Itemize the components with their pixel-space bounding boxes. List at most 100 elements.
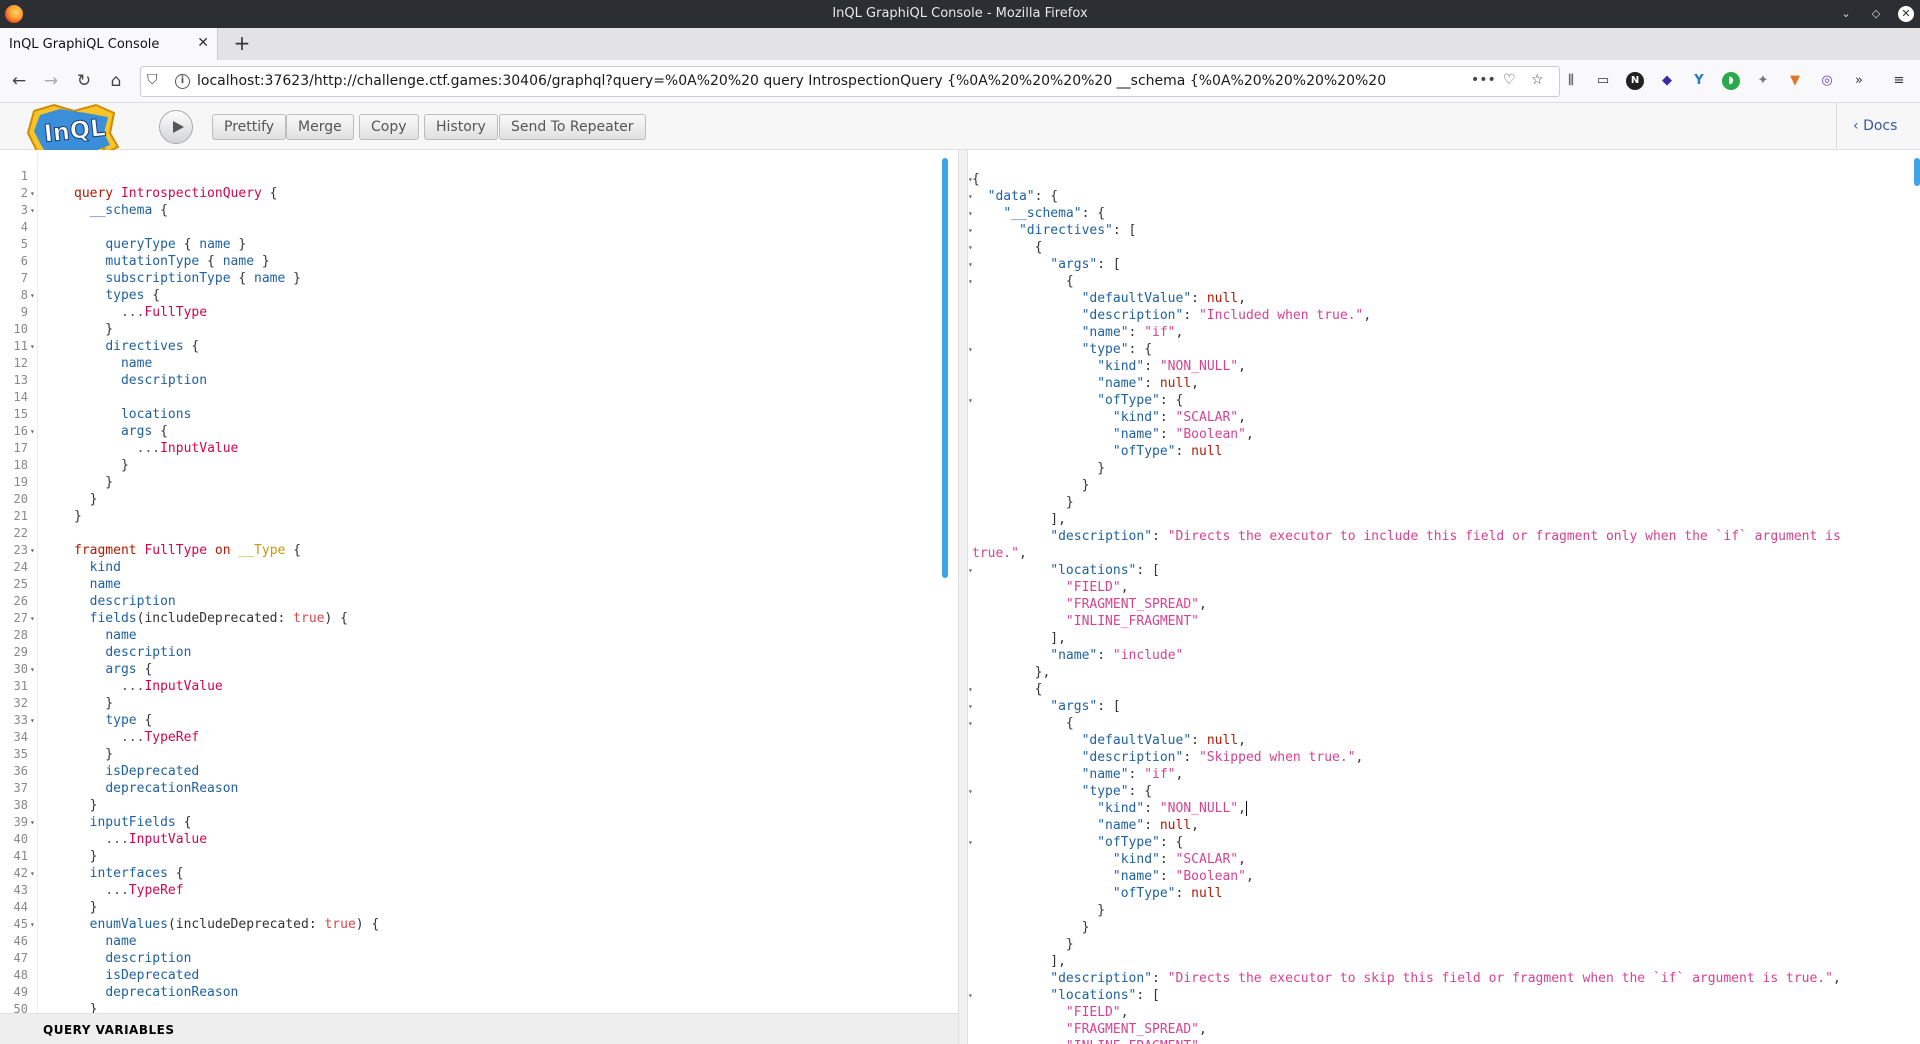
forward-icon[interactable]: → [40, 70, 62, 92]
copy-button[interactable]: Copy [359, 114, 419, 140]
query-line[interactable]: 8 ▾ types { [0, 287, 940, 304]
result-line[interactable]: "ofType": null [968, 885, 1908, 902]
result-line[interactable]: ▾ "ofType": { [968, 834, 1908, 851]
docs-button[interactable]: ‹ Docs [1836, 103, 1920, 150]
browser-tab[interactable]: InQL GraphiQL Console ✕ [0, 28, 218, 60]
result-line[interactable]: "name": "Boolean", [968, 868, 1908, 885]
query-line[interactable]: 41 } [0, 848, 940, 865]
result-line[interactable]: ▾ "locations": [ [968, 562, 1908, 579]
query-line[interactable]: 35 } [0, 746, 940, 763]
address-bar[interactable]: ⛉ i localhost:37623/http://challenge.ctf… [140, 66, 1560, 97]
result-line[interactable]: ▾ "args": [ [968, 256, 1908, 273]
query-line[interactable]: 48 isDeprecated [0, 967, 940, 984]
query-line[interactable]: 42 ▾ interfaces { [0, 865, 940, 882]
query-line[interactable]: 17 ...InputValue [0, 440, 940, 457]
query-variables-header[interactable]: QUERY VARIABLES [0, 1013, 958, 1044]
query-line[interactable]: 14 [0, 389, 940, 406]
result-line[interactable]: ▾ { [968, 239, 1908, 256]
result-line[interactable]: ▾ "locations": [ [968, 987, 1908, 1004]
extension-layers-icon[interactable]: ◆ [1658, 72, 1676, 90]
fold-arrow-icon[interactable]: ▾ [30, 338, 35, 355]
query-line[interactable]: 26 description [0, 593, 940, 610]
query-line[interactable]: 25 name [0, 576, 940, 593]
query-line[interactable]: 44 } [0, 899, 940, 916]
result-line[interactable]: ▾ "__schema": { [968, 205, 1908, 222]
result-line[interactable]: "ofType": null [968, 443, 1908, 460]
result-line[interactable]: } [968, 936, 1908, 953]
library-icon[interactable]: ⫼ [1562, 72, 1580, 90]
execute-query-button[interactable] [159, 110, 193, 144]
result-line[interactable]: } [968, 477, 1908, 494]
query-line[interactable]: 23 ▾ fragment FullType on __Type { [0, 542, 940, 559]
query-line[interactable]: 15 locations [0, 406, 940, 423]
result-line[interactable]: "name": null, [968, 375, 1908, 392]
result-line[interactable]: } [968, 919, 1908, 936]
query-code[interactable]: 1 2 ▾ query IntrospectionQuery {3 ▾ __schema… [0, 168, 940, 1013]
query-line[interactable]: 19 } [0, 474, 940, 491]
fold-arrow-icon[interactable]: ▾ [30, 287, 35, 304]
site-info-icon[interactable]: i [175, 74, 190, 89]
home-icon[interactable]: ⌂ [105, 70, 127, 92]
query-line[interactable]: 3 ▾ __schema { [0, 202, 940, 219]
query-editor[interactable]: 1 2 ▾ query IntrospectionQuery {3 ▾ __schema… [0, 150, 958, 1013]
query-line[interactable]: 2 ▾ query IntrospectionQuery { [0, 185, 940, 202]
page-actions-icon[interactable]: ••• [1471, 72, 1496, 88]
result-line[interactable]: "kind": "NON_NULL", [968, 800, 1908, 817]
pocket-icon[interactable]: ♡ [1503, 72, 1516, 88]
query-line[interactable]: 50 } [0, 1001, 940, 1013]
bookmark-star-icon[interactable]: ☆ [1531, 72, 1544, 88]
result-line[interactable]: "name": "Boolean", [968, 426, 1908, 443]
query-line[interactable]: 16 ▾ args { [0, 423, 940, 440]
query-line[interactable]: 36 isDeprecated [0, 763, 940, 780]
fold-arrow-icon[interactable]: ▾ [30, 712, 35, 729]
query-line[interactable]: 45 ▾ enumValues(includeDeprecated: true) … [0, 916, 940, 933]
tab-close-icon[interactable]: ✕ [197, 35, 209, 51]
query-line[interactable]: 21} [0, 508, 940, 525]
extension-n-icon[interactable]: N [1626, 72, 1644, 90]
query-line[interactable]: 18 } [0, 457, 940, 474]
result-line[interactable]: ], [968, 953, 1908, 970]
url-text[interactable]: localhost:37623/http://challenge.ctf.gam… [197, 73, 1387, 89]
query-line[interactable]: 40 ...InputValue [0, 831, 940, 848]
query-line[interactable]: 13 description [0, 372, 940, 389]
fold-arrow-icon[interactable]: ▾ [30, 814, 35, 831]
hamburger-menu-icon[interactable]: ≡ [1890, 72, 1908, 90]
result-line[interactable]: "description": "Included when true.", [968, 307, 1908, 324]
query-line[interactable]: 4 [0, 219, 940, 236]
result-scrollbar[interactable] [1914, 158, 1920, 186]
query-line[interactable]: 32 } [0, 695, 940, 712]
result-line[interactable]: ], [968, 511, 1908, 528]
query-line[interactable]: 9 ...FullType [0, 304, 940, 321]
result-line[interactable]: "name": "include" [968, 647, 1908, 664]
query-line[interactable]: 29 description [0, 644, 940, 661]
result-line[interactable]: "kind": "SCALAR", [968, 409, 1908, 426]
result-line[interactable]: }, [968, 664, 1908, 681]
result-line[interactable]: } [968, 902, 1908, 919]
close-window-icon[interactable]: ✕ [1898, 6, 1914, 22]
result-line[interactable]: "name": null, [968, 817, 1908, 834]
more-extensions-icon[interactable]: » [1850, 72, 1868, 90]
query-line[interactable]: 34 ...TypeRef [0, 729, 940, 746]
result-viewer[interactable]: ▾{▾ "data": {▾ "__schema": {▾ "directive… [968, 150, 1920, 1044]
result-line[interactable]: ▾ "data": { [968, 188, 1908, 205]
result-line[interactable]: "kind": "SCALAR", [968, 851, 1908, 868]
result-line[interactable]: ▾ { [968, 273, 1908, 290]
fold-arrow-icon[interactable]: ▾ [30, 916, 35, 933]
result-line[interactable]: ], [968, 630, 1908, 647]
query-line[interactable]: 22 [0, 525, 940, 542]
result-line[interactable]: "FIELD", [968, 1004, 1908, 1021]
result-line[interactable]: ▾ "type": { [968, 341, 1908, 358]
query-line[interactable]: 1 [0, 168, 940, 185]
result-line[interactable]: } [968, 460, 1908, 477]
query-line[interactable]: 39 ▾ inputFields { [0, 814, 940, 831]
query-line[interactable]: 33 ▾ type { [0, 712, 940, 729]
result-line[interactable]: ▾ "directives": [ [968, 222, 1908, 239]
query-line[interactable]: 7 subscriptionType { name } [0, 270, 940, 287]
extension-puzzle-icon[interactable]: ✦ [1754, 72, 1772, 90]
result-line[interactable]: } [968, 494, 1908, 511]
result-line[interactable]: ▾{ [968, 171, 1908, 188]
editor-scrollbar[interactable] [942, 158, 948, 578]
query-line[interactable]: 30 ▾ args { [0, 661, 940, 678]
query-line[interactable]: 11 ▾ directives { [0, 338, 940, 355]
prettify-button[interactable]: Prettify [212, 114, 287, 140]
